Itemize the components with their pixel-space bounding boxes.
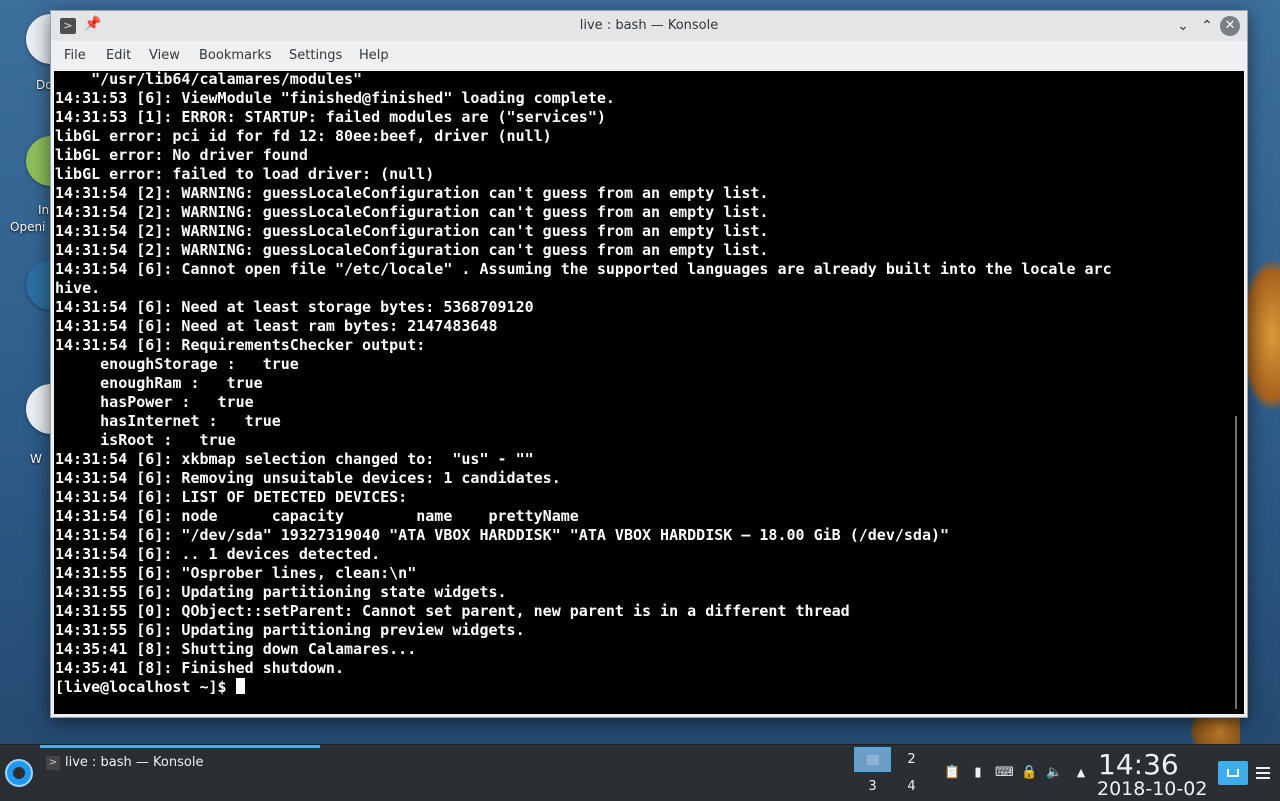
terminal-line: hasInternet : true — [55, 412, 281, 430]
terminal-line: enoughStorage : true — [55, 355, 299, 373]
volume-icon[interactable]: 🔈 — [1046, 765, 1062, 781]
terminal-line: 14:31:53 [1]: ERROR: STARTUP: failed mod… — [55, 108, 606, 126]
shell-prompt: [live@localhost ~]$ — [55, 678, 236, 696]
terminal-line: 14:31:54 [6]: xkbmap selection changed t… — [55, 450, 534, 468]
menubar: File Edit View Bookmarks Settings Help — [51, 41, 1247, 71]
window-titlebar[interactable]: > 📌 live : bash — Konsole ⌄ ⌃ ✕ — [51, 11, 1247, 41]
usb-device-icon[interactable]: ▮ — [970, 765, 986, 781]
terminal-view[interactable]: "/usr/lib64/calamares/modules" 14:31:53 [… — [54, 71, 1244, 714]
maximize-icon[interactable]: ⌃ — [1197, 16, 1217, 36]
terminal-line: 14:31:54 [2]: WARNING: guessLocaleConfig… — [55, 184, 769, 202]
text-cursor — [235, 678, 245, 694]
desktop-3-button[interactable]: 3 — [854, 774, 891, 799]
terminal-task-icon: > — [46, 756, 60, 770]
terminal-line: 14:31:54 [6]: node capacity name prettyN… — [55, 507, 579, 525]
close-icon[interactable]: ✕ — [1220, 16, 1240, 36]
clock-date[interactable]: 2018-10-02 — [1097, 778, 1207, 800]
terminal-line: hasPower : true — [55, 393, 254, 411]
terminal-line: 14:31:54 [2]: WARNING: guessLocaleConfig… — [55, 241, 769, 259]
terminal-output: "/usr/lib64/calamares/modules" 14:31:53 [… — [55, 71, 1112, 697]
tray-expand-icon[interactable]: ▲ — [1073, 765, 1089, 781]
desktop-label-3: Openi — [10, 220, 46, 234]
terminal-line: 14:31:54 [6]: RequirementsChecker output… — [55, 336, 426, 354]
terminal-line: 14:31:55 [6]: Updating partitioning prev… — [55, 621, 525, 639]
window-title: live : bash — Konsole — [579, 18, 719, 33]
terminal-line: enoughRam : true — [55, 374, 263, 392]
terminal-line: 14:31:54 [6]: Removing unsuitable device… — [55, 469, 561, 487]
terminal-line: 14:31:53 [6]: ViewModule "finished@finis… — [55, 89, 615, 107]
konsole-window: > 📌 live : bash — Konsole ⌄ ⌃ ✕ File Edi… — [50, 10, 1248, 718]
keyboard-icon[interactable]: ⌨ — [995, 765, 1014, 781]
menu-settings[interactable]: Settings — [289, 48, 342, 63]
task-label: live : bash — Konsole — [65, 755, 204, 770]
menu-edit[interactable]: Edit — [106, 48, 131, 63]
terminal-line: 14:31:54 [2]: WARNING: guessLocaleConfig… — [55, 203, 769, 221]
terminal-line: 14:31:54 [6]: Need at least ram bytes: 2… — [55, 317, 498, 335]
window-thumbnail — [866, 755, 879, 765]
menu-file[interactable]: File — [64, 48, 86, 63]
terminal-scrollbar[interactable] — [1235, 416, 1237, 709]
menu-view[interactable]: View — [149, 48, 180, 63]
virtual-desktop-pager: 2 3 4 — [854, 747, 930, 799]
terminal-line: 14:31:55 [0]: QObject::setParent: Cannot… — [55, 602, 850, 620]
desktop-2-button[interactable]: 2 — [893, 747, 930, 772]
lock-icon[interactable]: 🔒 — [1021, 765, 1037, 781]
terminal-line: 14:31:54 [6]: Need at least storage byte… — [55, 298, 534, 316]
terminal-line: hive. — [55, 279, 101, 297]
terminal-line: libGL error: No driver found — [55, 146, 308, 164]
terminal-line: 14:35:41 [8]: Shutting down Calamares... — [55, 640, 417, 658]
terminal-line: "/usr/lib64/calamares/modules" — [55, 71, 363, 88]
desktop-label-2: In — [38, 203, 50, 217]
application-launcher-icon[interactable] — [5, 759, 33, 787]
clipboard-icon[interactable]: 📋 — [944, 765, 960, 781]
terminal-line: libGL error: failed to load driver: (nul… — [55, 165, 435, 183]
terminal-prompt-line: [live@localhost ~]$ — [55, 678, 1112, 697]
terminal-line: isRoot : true — [55, 431, 236, 449]
terminal-line: 14:35:41 [8]: Finished shutdown. — [55, 659, 344, 677]
panel-menu-icon[interactable] — [1256, 767, 1270, 782]
desktop-4-button[interactable]: 4 — [893, 774, 930, 799]
terminal-line: 14:31:55 [6]: Updating partitioning stat… — [55, 583, 507, 601]
clock-time[interactable]: 14:36 — [1098, 748, 1179, 781]
desktop-1-button[interactable] — [854, 747, 891, 772]
trash-folder-icon[interactable] — [1218, 761, 1248, 785]
desktop-label-4: W — [30, 452, 42, 466]
terminal-line: 14:31:55 [6]: "Osprober lines, clean:\n" — [55, 564, 417, 582]
terminal-line: 14:31:54 [6]: "/dev/sda" 19327319040 "AT… — [55, 526, 950, 544]
terminal-line: 14:31:54 [2]: WARNING: guessLocaleConfig… — [55, 222, 769, 240]
menu-bookmarks[interactable]: Bookmarks — [199, 48, 272, 63]
terminal-line: 14:31:54 [6]: LIST OF DETECTED DEVICES: — [55, 488, 408, 506]
minimize-icon[interactable]: ⌄ — [1173, 16, 1193, 36]
taskbar: > live : bash — Konsole 2 3 4 📋 ▮ ⌨ 🔒 🔈 … — [0, 744, 1280, 801]
terminal-line: 14:31:54 [6]: .. 1 devices detected. — [55, 545, 381, 563]
terminal-line: 14:31:54 [6]: Cannot open file "/etc/loc… — [55, 260, 1112, 278]
task-konsole[interactable]: > live : bash — Konsole — [40, 745, 320, 785]
menu-help[interactable]: Help — [359, 48, 389, 63]
terminal-line: libGL error: pci id for fd 12: 80ee:beef… — [55, 127, 552, 145]
